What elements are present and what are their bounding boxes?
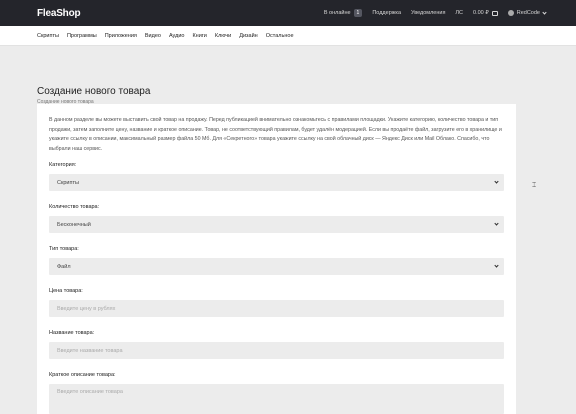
name-label: Название товара:	[49, 330, 95, 336]
category-keys[interactable]: Ключи	[215, 33, 231, 39]
username: RedCode	[516, 10, 540, 16]
page-title: Создание нового товара	[37, 86, 151, 97]
chevron-down-icon	[542, 9, 547, 15]
price-label: Цена товара:	[49, 288, 83, 294]
description-textarea[interactable]: Введите описание товара	[49, 384, 504, 414]
chevron-down-icon	[493, 221, 500, 228]
category-video[interactable]: Видео	[145, 33, 161, 39]
quantity-select-value: Бесконечный	[57, 221, 91, 228]
category-audio[interactable]: Аудио	[169, 33, 185, 39]
balance-value: 0.00 ₽	[473, 10, 489, 16]
create-product-form: В данном разделе вы можете выставить сво…	[37, 104, 516, 414]
category-books[interactable]: Книги	[192, 33, 206, 39]
quantity-select[interactable]: Бесконечный	[49, 216, 504, 233]
online-indicator[interactable]: В онлайне 1	[324, 9, 363, 17]
avatar	[507, 10, 514, 16]
category-design[interactable]: Дизайн	[239, 33, 258, 39]
balance-link[interactable]: 0.00 ₽	[473, 10, 498, 16]
category-select[interactable]: Скрипты	[49, 174, 504, 191]
form-intro-text: В данном разделе вы можете выставить сво…	[49, 117, 502, 152]
messages-link[interactable]: ЛС	[455, 10, 463, 16]
type-label: Тип товара:	[49, 246, 79, 252]
category-apps[interactable]: Приложения	[105, 33, 137, 39]
category-other[interactable]: Остальное	[266, 33, 294, 39]
type-select-value: Файл	[57, 263, 71, 270]
top-navbar: FleaShop В онлайне 1 Поддержка Уведомлен…	[0, 0, 576, 26]
user-menu[interactable]: RedCode	[507, 9, 547, 16]
text-cursor-icon: ⌶	[532, 182, 537, 189]
category-programs[interactable]: Программы	[67, 33, 97, 39]
online-count-badge: 1	[353, 9, 363, 17]
category-select-value: Скрипты	[57, 179, 79, 186]
chevron-down-icon	[493, 263, 500, 270]
chevron-down-icon	[493, 179, 500, 186]
name-input[interactable]: Введите название товара	[49, 342, 504, 359]
price-input[interactable]: Введите цену в рублях	[49, 300, 504, 317]
online-label: В онлайне	[323, 10, 351, 16]
notifications-link[interactable]: Уведомления	[411, 10, 445, 16]
quantity-label: Количество товара:	[49, 204, 100, 210]
top-nav: В онлайне 1 Поддержка Уведомления ЛС 0.0…	[324, 9, 547, 17]
support-link[interactable]: Поддержка	[372, 10, 401, 16]
category-nav: Скрипты Программы Приложения Видео Аудио…	[0, 26, 576, 46]
description-label: Краткое описание товара:	[49, 372, 116, 378]
category-scripts[interactable]: Скрипты	[37, 33, 59, 39]
type-select[interactable]: Файл	[49, 258, 504, 275]
category-label: Категория:	[49, 162, 77, 168]
site-logo[interactable]: FleaShop	[37, 8, 81, 19]
wallet-icon	[491, 10, 498, 16]
